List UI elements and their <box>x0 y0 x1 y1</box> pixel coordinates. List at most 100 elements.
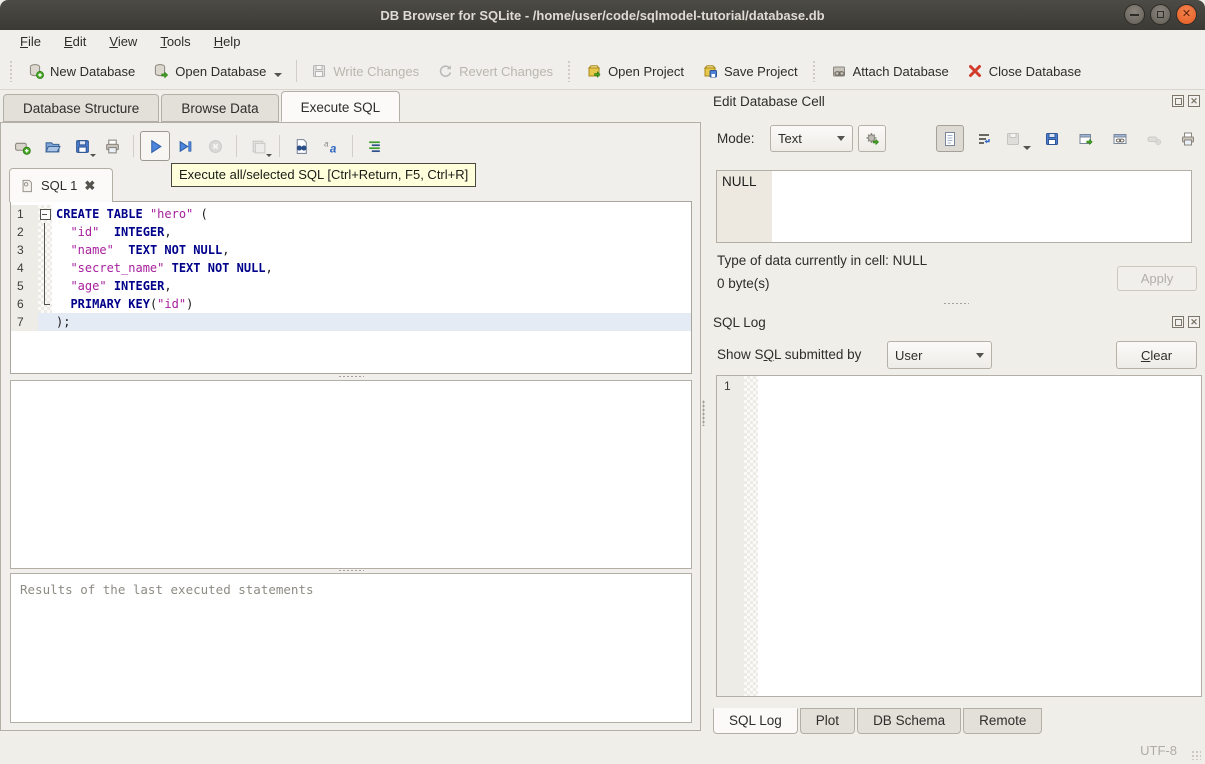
fold-margin <box>38 223 52 241</box>
results-message-pane[interactable]: Results of the last executed statements <box>10 573 692 723</box>
open-database-button[interactable]: Open Database <box>144 58 291 84</box>
export-data-icon[interactable] <box>1038 125 1066 152</box>
results-grid-pane[interactable] <box>10 380 692 569</box>
code-line[interactable]: 4 "secret_name" TEXT NOT NULL, <box>11 259 691 277</box>
save-sql-file-icon[interactable] <box>67 131 97 161</box>
encoding-indicator: UTF-8 <box>1140 743 1177 758</box>
open-database-dropdown-icon[interactable] <box>274 73 283 77</box>
code-line[interactable]: 1 CREATE TABLE "hero" ( <box>11 205 691 223</box>
edit-cell-dock-icons: ✕ <box>1172 95 1200 107</box>
workspace: Database Structure Browse Data Execute S… <box>0 90 1205 735</box>
tab-plot[interactable]: Plot <box>799 708 856 734</box>
write-changes-icon <box>311 63 327 79</box>
right-panel: Edit Database Cell ✕ Mode: Text NULL Typ… <box>706 90 1205 735</box>
clear-log-button[interactable]: Clear <box>1116 341 1197 369</box>
float-panel-icon[interactable] <box>1172 95 1184 107</box>
line-number: 1 <box>11 205 38 223</box>
mode-select[interactable]: Text <box>770 125 853 152</box>
menu-help[interactable]: Help <box>204 32 251 51</box>
execute-sql-icon[interactable] <box>140 131 170 161</box>
save-project-button[interactable]: Save Project <box>693 58 807 84</box>
sql-log-fold-margin <box>744 376 758 696</box>
print-cell-icon[interactable] <box>1174 125 1202 152</box>
fold-marker-icon[interactable] <box>38 205 52 223</box>
bottom-tab-bar: SQL Log Plot DB Schema Remote <box>713 708 1044 734</box>
menu-file[interactable]: File <box>10 32 51 51</box>
import-data-icon <box>1004 125 1032 152</box>
cell-value-area[interactable] <box>772 171 1191 242</box>
main-toolbar: New Database Open Database Write Changes… <box>0 53 1205 90</box>
close-icon[interactable]: ✕ <box>1176 4 1197 25</box>
float-panel-icon[interactable] <box>1172 316 1184 328</box>
chevron-down-icon <box>837 136 845 141</box>
toolbar-drag-handle[interactable] <box>567 60 573 82</box>
code-line[interactable]: 5 "age" INTEGER, <box>11 277 691 295</box>
menu-tools[interactable]: Tools <box>150 32 200 51</box>
attach-database-icon <box>831 63 847 79</box>
text-mode-icon[interactable] <box>936 125 964 152</box>
save-results-icon <box>243 131 273 161</box>
code-line[interactable]: 2 "id" INTEGER, <box>11 223 691 241</box>
sql-log-view[interactable]: 1 <box>716 375 1202 697</box>
sql-log-filter-select[interactable]: User <box>887 341 992 369</box>
write-changes-button: Write Changes <box>302 58 428 84</box>
editor-splitter[interactable] <box>1 374 700 379</box>
save-sql-dropdown-icon[interactable] <box>90 154 96 157</box>
window-title: DB Browser for SQLite - /home/user/code/… <box>380 7 825 23</box>
menu-edit[interactable]: Edit <box>54 32 96 51</box>
find-icon[interactable] <box>286 131 316 161</box>
cell-type-info: Type of data currently in cell: NULL <box>717 253 928 268</box>
toolbar-drag-handle[interactable] <box>811 60 817 82</box>
new-database-button[interactable]: New Database <box>19 58 144 84</box>
tab-remote[interactable]: Remote <box>963 708 1043 734</box>
open-sql-file-icon[interactable] <box>37 131 67 161</box>
open-project-button[interactable]: Open Project <box>577 58 693 84</box>
close-sql-tab-icon[interactable]: ✖ <box>84 178 95 194</box>
sql-log-title: SQL Log <box>713 315 766 330</box>
right-panel-splitter[interactable] <box>706 301 1205 306</box>
code-line[interactable]: 6 PRIMARY KEY("id") <box>11 295 691 313</box>
code-line[interactable]: 7); <box>11 313 691 331</box>
sql-editor[interactable]: 1 CREATE TABLE "hero" (2 "id" INTEGER, 3 "… <box>10 201 692 374</box>
attach-database-button[interactable]: Attach Database <box>822 58 958 84</box>
apply-format-icon[interactable] <box>858 125 886 152</box>
open-in-external-icon[interactable] <box>1072 125 1100 152</box>
tab-db-schema[interactable]: DB Schema <box>857 708 962 734</box>
tab-browse-data[interactable]: Browse Data <box>161 94 279 122</box>
word-wrap-icon[interactable] <box>970 125 998 152</box>
line-number: 4 <box>11 259 38 277</box>
sql-document-tab[interactable]: SQL 1 ✖ <box>9 168 113 202</box>
code-line[interactable]: 3 "name" TEXT NOT NULL, <box>11 241 691 259</box>
close-panel-icon[interactable]: ✕ <box>1188 316 1200 328</box>
resize-grip-icon[interactable] <box>1191 750 1201 760</box>
tab-sql-log[interactable]: SQL Log <box>713 708 798 734</box>
copy-link-icon[interactable] <box>1106 125 1134 152</box>
toolbar-drag-handle[interactable] <box>9 60 14 82</box>
close-database-button[interactable]: Close Database <box>958 58 1091 84</box>
import-dropdown-icon <box>1023 146 1031 150</box>
menu-view[interactable]: View <box>99 32 147 51</box>
tab-execute-sql[interactable]: Execute SQL <box>280 91 401 122</box>
main-tab-bar: Database Structure Browse Data Execute S… <box>3 91 402 122</box>
close-panel-icon[interactable]: ✕ <box>1188 95 1200 107</box>
sql-log-content[interactable] <box>758 376 1201 696</box>
sql-log-filter-value: User <box>895 347 923 363</box>
new-sql-tab-icon[interactable] <box>7 131 37 161</box>
fold-margin <box>38 277 52 295</box>
new-database-icon <box>28 63 44 79</box>
fold-margin <box>38 241 52 259</box>
titlebar[interactable]: DB Browser for SQLite - /home/user/code/… <box>0 0 1205 30</box>
save-project-icon <box>702 63 718 79</box>
line-number: 7 <box>11 313 38 331</box>
sql-editor-lines: 1 CREATE TABLE "hero" (2 "id" INTEGER, 3 "… <box>11 205 691 331</box>
tab-database-structure[interactable]: Database Structure <box>3 94 160 122</box>
menubar: File Edit View Tools Help <box>0 30 1205 53</box>
minimize-icon[interactable] <box>1124 4 1145 25</box>
chevron-down-icon <box>976 352 984 358</box>
cell-value-editor[interactable]: NULL <box>716 170 1192 243</box>
execute-current-line-icon[interactable] <box>170 131 200 161</box>
maximize-icon[interactable] <box>1150 4 1171 25</box>
format-sql-icon[interactable]: aa <box>316 131 346 161</box>
auto-indent-icon[interactable] <box>359 131 389 161</box>
print-icon[interactable] <box>97 131 127 161</box>
